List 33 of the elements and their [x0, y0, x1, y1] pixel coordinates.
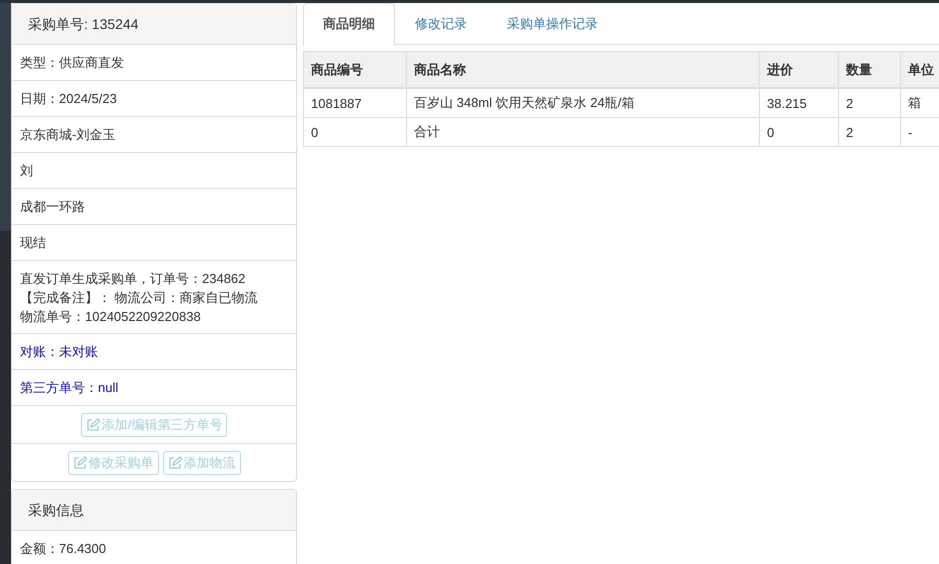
info-link[interactable]: 对账：未对账 [12, 334, 296, 370]
info-row: 类型：供应商直发 [12, 45, 296, 81]
info-row: 日期：2024/5/23 [12, 81, 296, 117]
table-cell: 1081887 [304, 88, 406, 118]
note-line: 【完成备注】： 物流公司：商家自已物流 [20, 289, 259, 307]
column-header: 数量 [838, 52, 900, 88]
table-cell: 0 [760, 118, 838, 146]
table-cell: 百岁山 348ml 饮用天然矿泉水 24瓶/箱 [406, 88, 760, 118]
column-header: 单位 [900, 52, 939, 88]
info-row: 刘 [12, 153, 296, 189]
tab[interactable]: 采购单操作记录 [487, 3, 618, 44]
panel-title: 采购单号: 135244 [12, 4, 296, 45]
table-cell: 2 [838, 118, 900, 146]
table-cell: 0 [304, 118, 406, 146]
note-line: 直发订单生成采购单，订单号：234862 [20, 270, 246, 288]
panel-title: 采购信息 [12, 490, 296, 531]
tab[interactable]: 修改记录 [395, 3, 487, 44]
table-cell: 38.215 [760, 88, 838, 118]
column-header: 商品名称 [406, 52, 760, 88]
info-link[interactable]: 第三方单号：null [12, 370, 296, 406]
info-row: 现结 [12, 225, 296, 261]
column-header: 商品编号 [304, 52, 406, 88]
edit-icon [72, 456, 86, 470]
edit-icon [86, 418, 100, 432]
edit-icon [168, 456, 182, 470]
note-line: 物流单号：1024052209220838 [20, 308, 202, 326]
tab[interactable]: 商品明细 [303, 3, 395, 46]
info-row: 京东商城-刘金玉 [12, 117, 296, 153]
info-row: 金额：76.4300 [12, 531, 296, 564]
table-cell: 合计 [406, 118, 760, 146]
table-cell: 2 [838, 88, 900, 118]
info-row: 成都一环路 [12, 189, 296, 225]
column-header: 进价 [760, 52, 838, 88]
